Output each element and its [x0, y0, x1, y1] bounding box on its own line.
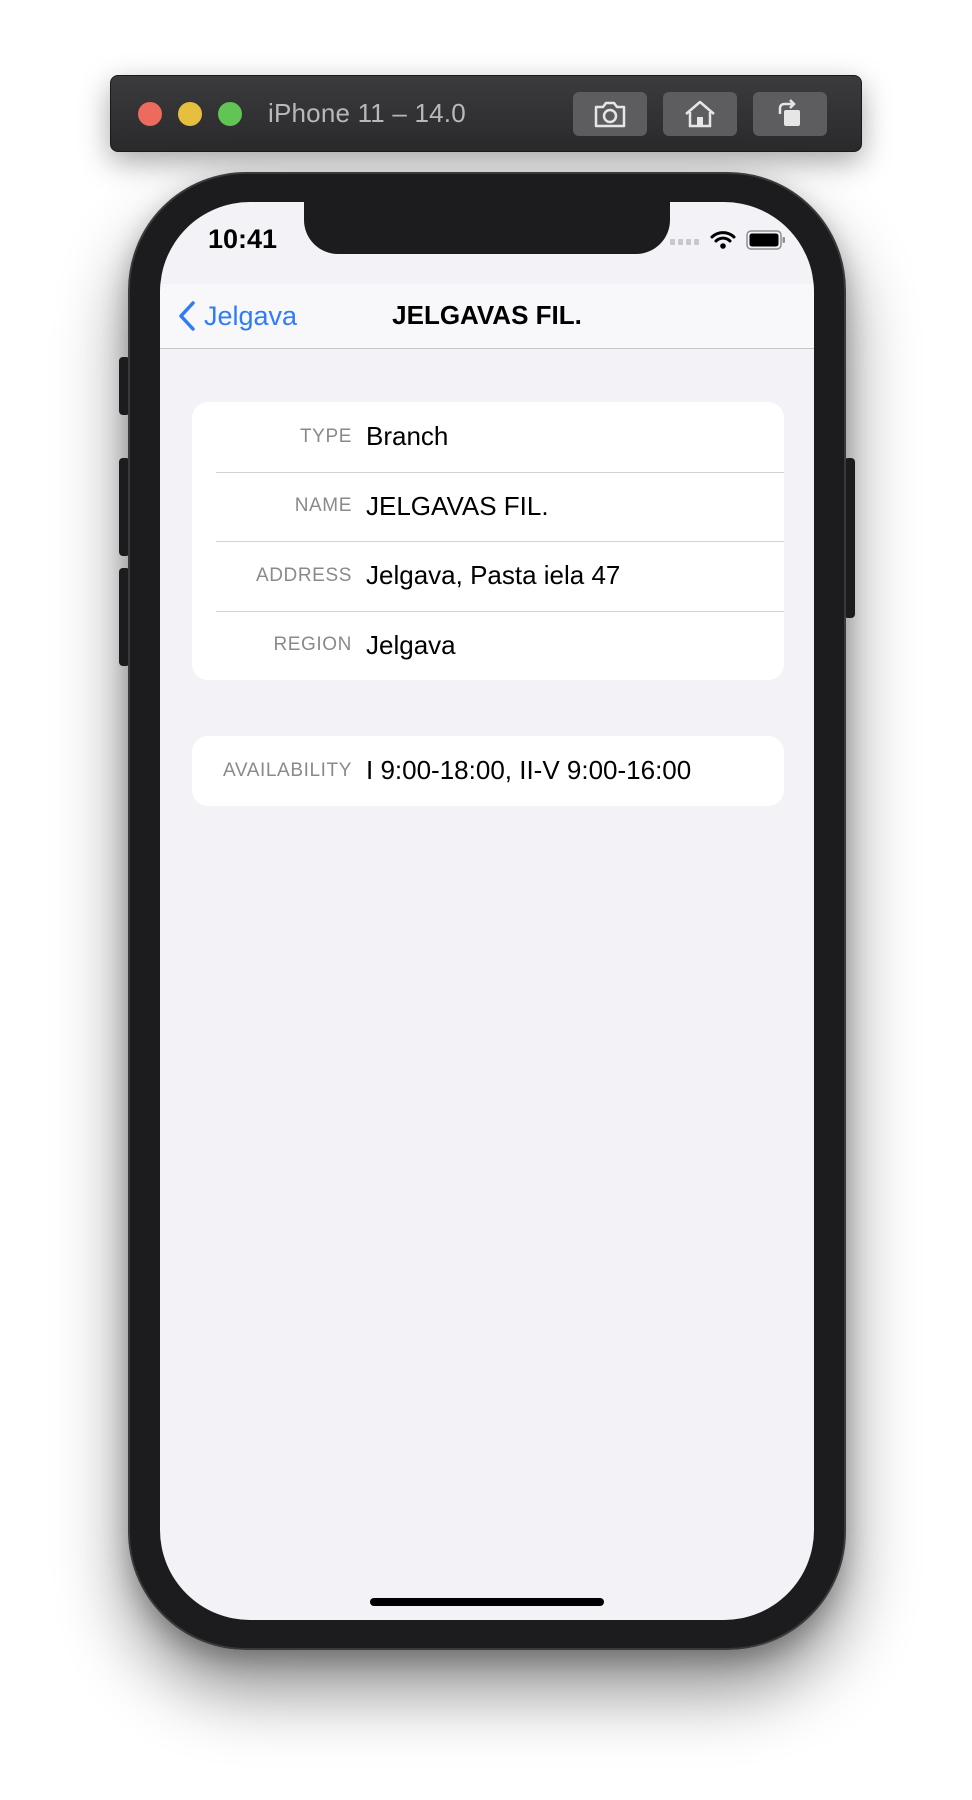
detail-row-type: TYPE Branch	[192, 402, 784, 472]
navigation-bar: Jelgava JELGAVAS FIL.	[160, 284, 814, 349]
home-indicator[interactable]	[370, 1598, 604, 1606]
row-label: AVAILABILITY	[223, 759, 352, 781]
row-value: Jelgava	[366, 629, 456, 660]
row-label: TYPE	[299, 425, 352, 447]
cellular-signal-icon	[670, 239, 699, 245]
rotate-icon	[778, 99, 800, 126]
simulator-title: iPhone 11 – 14.0	[268, 98, 466, 128]
detail-row-availability: AVAILABILITY I 9:00-18:00, II-V 9:00-16:…	[192, 736, 784, 806]
zoom-window-button[interactable]	[218, 102, 242, 126]
close-window-button[interactable]	[138, 102, 162, 126]
detail-row-name: NAME JELGAVAS FIL.	[192, 471, 784, 542]
camera-icon	[594, 101, 626, 128]
detail-row-address[interactable]: ADDRESS Jelgava, Pasta iela 47	[192, 541, 784, 611]
row-value: Branch	[366, 421, 449, 452]
screenshot-button[interactable]	[573, 92, 647, 136]
detail-row-region: REGION Jelgava	[192, 610, 784, 681]
simulator-titlebar: iPhone 11 – 14.0	[110, 75, 862, 152]
row-label: NAME	[294, 495, 352, 517]
details-card: TYPE Branch NAME JELGAVAS FIL. ADDRESS J…	[192, 402, 784, 680]
battery-icon	[746, 230, 785, 250]
page-title: JELGAVAS FIL.	[392, 300, 582, 330]
home-button[interactable]	[663, 92, 737, 136]
row-value: Jelgava, Pasta iela 47	[366, 560, 621, 591]
phone-screen: 10:41 Jelgava JELGAVAS FIL. TYPE Branch …	[160, 202, 814, 1620]
row-value: I 9:00-18:00, II-V 9:00-16:00	[366, 755, 692, 786]
row-value: JELGAVAS FIL.	[366, 490, 549, 521]
home-icon	[685, 100, 715, 128]
rotate-button[interactable]	[753, 92, 827, 136]
row-label: REGION	[273, 634, 352, 656]
wifi-icon	[710, 231, 736, 249]
notch	[304, 202, 670, 254]
minimize-window-button[interactable]	[178, 102, 202, 126]
simulator-stage: iPhone 11 – 14.0 10:41 Jelgava JELGAVAS …	[0, 0, 972, 1800]
row-label: ADDRESS	[255, 564, 352, 586]
status-icons	[670, 230, 786, 250]
status-time: 10:41	[208, 224, 278, 254]
availability-card: AVAILABILITY I 9:00-18:00, II-V 9:00-16:…	[192, 736, 784, 806]
